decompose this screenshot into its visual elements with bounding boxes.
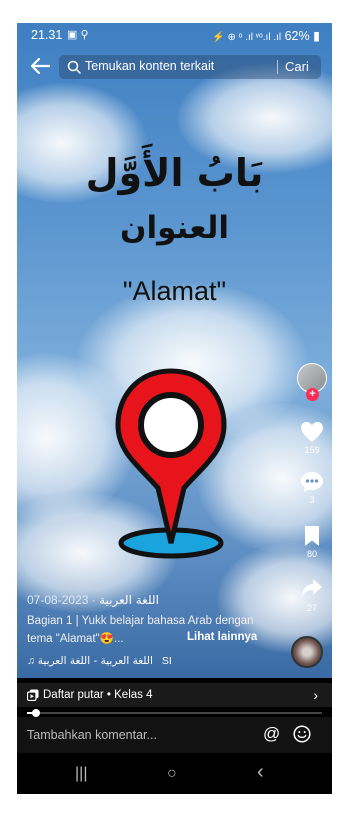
author-name[interactable]: اللغة العربية: [99, 593, 159, 607]
playlist-label: Daftar putar • Kelas 4: [43, 689, 153, 701]
status-indicators: ⚡ ⊕ ᵒ .ıl ᵛᵒ.ıl .ıl 62% ▮: [212, 28, 320, 43]
comment-count: 3: [309, 495, 315, 505]
music-title: اللغة العربية - اللغة العربية: [37, 655, 153, 667]
description-text: Bagian 1 | Yukk belajar bahasa Arab deng…: [27, 615, 254, 627]
description-text-continued: tema "Alamat"😍...: [27, 633, 124, 645]
comment-icon: [301, 472, 323, 492]
status-bar: 21.31 ▣ ⚲ ⚡ ⊕ ᵒ .ıl ᵛᵒ.ıl .ıl 62% ▮: [17, 23, 332, 47]
music-note-icon: ♫: [27, 655, 35, 667]
emoji-icon[interactable]: [293, 725, 311, 743]
follow-plus-icon[interactable]: +: [306, 388, 319, 401]
mention-button[interactable]: @: [263, 724, 280, 744]
search-button[interactable]: Cari: [285, 59, 309, 74]
like-count: 159: [304, 445, 320, 455]
comment-input[interactable]: [27, 728, 227, 742]
notification-icon: ▣ ⚲: [67, 29, 89, 41]
video-title-latin: "Alamat": [122, 276, 227, 306]
search-icon: [67, 60, 81, 74]
signal-icons: ⚡ ⊕ ᵒ .ıl ᵛᵒ.ıl .ıl: [212, 32, 282, 43]
music-disc-icon[interactable]: [291, 636, 323, 668]
video-subtitle-arabic: العنوان: [120, 210, 229, 246]
search-input[interactable]: [85, 59, 265, 73]
bookmark-icon: [305, 526, 319, 546]
share-count: 27: [306, 603, 317, 613]
back-arrow-icon[interactable]: [29, 55, 51, 77]
battery-icon: ▮: [313, 29, 320, 43]
location-pin-icon: [115, 368, 227, 559]
see-more-link[interactable]: Lihat lainnya: [187, 631, 257, 643]
music-info[interactable]: ♫ اللغة العربية - اللغة العربية SI: [27, 655, 172, 667]
post-date: · 2023-08-07: [27, 593, 96, 607]
heart-icon: [301, 422, 323, 442]
save-count: 80: [306, 549, 317, 559]
video-title-arabic: بَابُ الأَوَّل: [85, 151, 264, 195]
comment-button[interactable]: 3: [296, 471, 328, 505]
top-bar: Cari: [17, 53, 332, 81]
phone-screen: بَابُ الأَوَّل العنوان "Alamat" + 159 3 …: [17, 23, 332, 794]
playlist-bar[interactable]: Daftar putar • Kelas 4 ›: [17, 683, 332, 707]
search-divider: [277, 60, 278, 74]
comment-bar: @: [17, 717, 332, 753]
video-player[interactable]: بَابُ الأَوَّل العنوان "Alamat" + 159 3 …: [17, 23, 332, 678]
share-arrow-icon: [302, 579, 322, 597]
like-button[interactable]: 159: [296, 421, 328, 455]
status-time: 21.31: [31, 28, 63, 42]
system-nav-bar: ||| ○ ‹: [17, 755, 332, 794]
share-button[interactable]: 27: [296, 577, 328, 613]
search-box[interactable]: Cari: [59, 55, 321, 79]
playlist-icon: [27, 689, 39, 701]
video-progress-bar[interactable]: [27, 709, 322, 717]
author-line[interactable]: اللغة العربية · 2023-08-07: [27, 593, 159, 607]
home-button[interactable]: ○: [167, 765, 177, 783]
back-button[interactable]: ‹: [257, 761, 264, 784]
progress-handle[interactable]: [31, 709, 40, 717]
creator-avatar-button[interactable]: +: [296, 363, 328, 405]
save-button[interactable]: 80: [296, 525, 328, 559]
chevron-right-icon: ›: [313, 687, 318, 703]
recent-apps-button[interactable]: |||: [75, 765, 87, 783]
battery-level: 62%: [284, 29, 310, 43]
music-prefix: SI: [161, 655, 172, 667]
